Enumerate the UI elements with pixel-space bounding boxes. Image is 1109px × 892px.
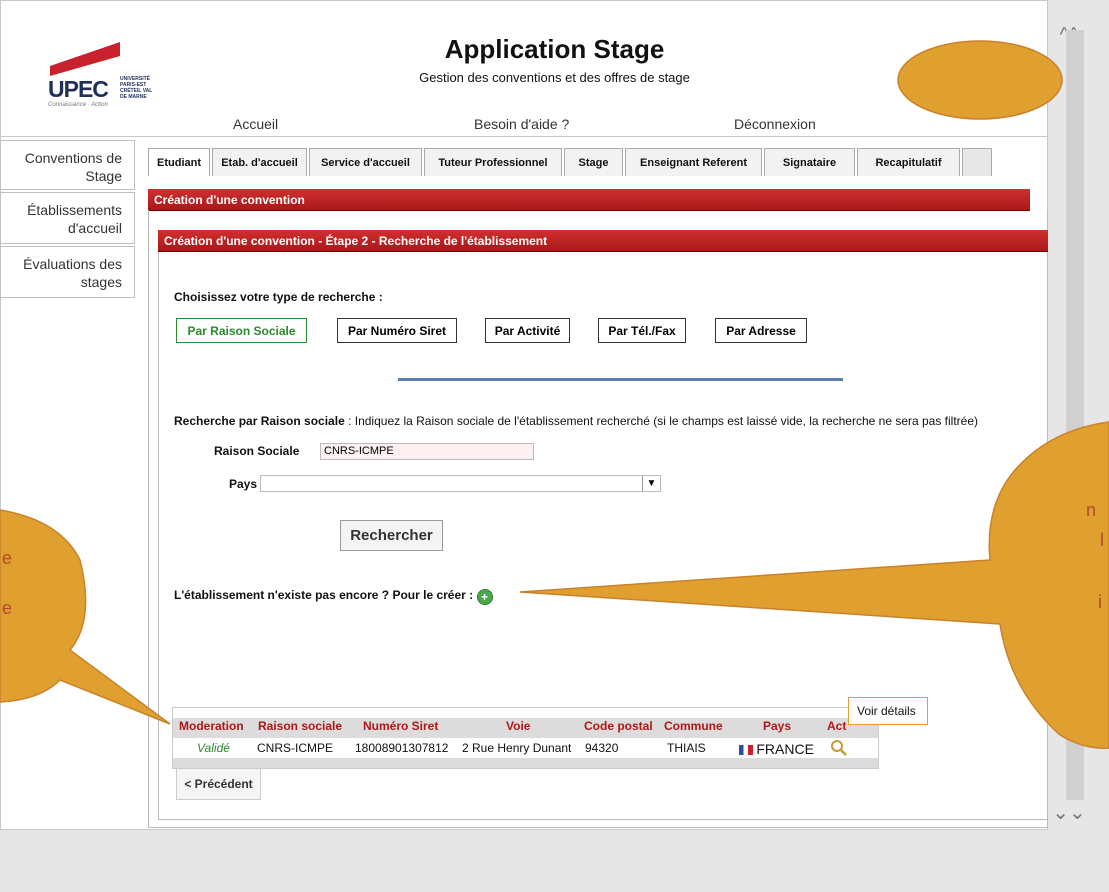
top-right-bubble [897, 40, 1063, 120]
bubble-right-text: i [1098, 592, 1102, 612]
left-speech-bubble [0, 509, 171, 725]
bubble-right-text: n [1086, 500, 1097, 520]
right-speech-bubble [519, 421, 1109, 749]
bubble-left-text: e [2, 598, 13, 618]
bubble-right-text: l [1100, 530, 1104, 550]
bubble-left-text: e [2, 548, 13, 568]
annotation-overlay [0, 40, 1109, 749]
